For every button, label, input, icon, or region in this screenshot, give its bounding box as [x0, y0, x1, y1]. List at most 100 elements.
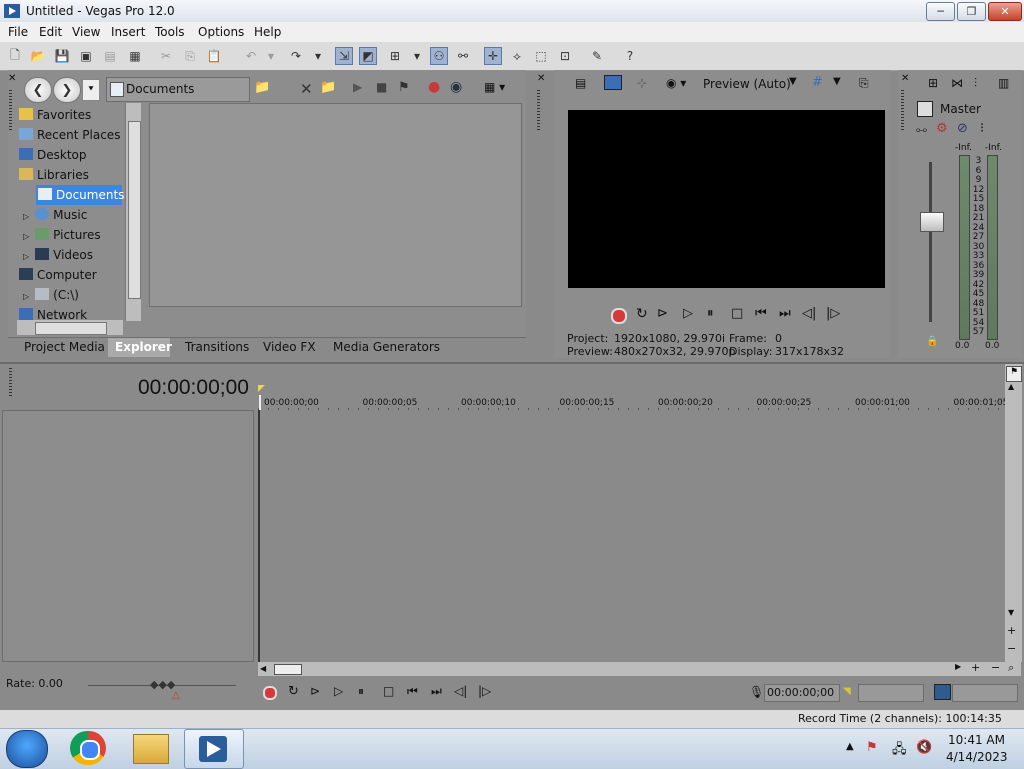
zoom-in-icon[interactable]: +	[971, 661, 980, 674]
back-arrow-icon[interactable]: ❮	[24, 77, 52, 103]
envelope-tool-icon[interactable]: ⟡	[508, 47, 526, 65]
taskbar-vegas-button[interactable]	[184, 729, 244, 769]
add-favorite-icon[interactable]: 📁	[320, 80, 336, 95]
tree-vertical-scrollbar[interactable]	[125, 103, 141, 321]
get-media-icon[interactable]: ●	[428, 79, 440, 95]
auto-crossfade-icon[interactable]: ◩	[359, 47, 377, 65]
save-as-icon[interactable]: ▣	[77, 47, 95, 65]
file-explorer-icon[interactable]	[133, 734, 169, 764]
mute-icon[interactable]: ⊘	[957, 121, 968, 136]
insert-bus-icon[interactable]: ⊞	[928, 76, 938, 90]
timeline-go-end-icon[interactable]: ⏭	[431, 684, 442, 699]
timeline-vertical-scrollbar[interactable]: ⚑ ▲ ▼ + −	[1005, 364, 1022, 662]
tree-item-documents[interactable]: Documents	[38, 188, 124, 202]
lock-icon[interactable]: 🔒	[926, 336, 938, 347]
selection-length-field[interactable]	[952, 684, 1018, 702]
menu-tools[interactable]: Tools	[155, 25, 185, 39]
start-preview-icon[interactable]: ▶	[353, 80, 362, 94]
tree-item-videos[interactable]: ▷ Videos	[23, 248, 93, 262]
minimize-button[interactable]: ─	[926, 2, 955, 21]
play-from-start-icon[interactable]: ⊳	[657, 306, 668, 321]
action-center-icon[interactable]: ⚑	[866, 740, 878, 755]
maximize-button[interactable]: ❐	[957, 2, 986, 21]
render-icon[interactable]: ▤	[101, 47, 119, 65]
track-list[interactable]	[2, 410, 254, 662]
mixer-close-icon[interactable]: ✕	[901, 73, 909, 84]
mixer-settings-icon[interactable]: ⫶	[974, 76, 977, 91]
menu-edit[interactable]: Edit	[39, 25, 62, 39]
zoom-tool-icon[interactable]: ⌕	[1008, 661, 1014, 675]
explorer-close-icon[interactable]: ✕	[8, 73, 16, 84]
timeline-pause-icon[interactable]: ⏸	[358, 684, 364, 699]
timeline-stop-icon[interactable]: □	[383, 684, 394, 698]
gear-icon[interactable]: ⚙	[936, 121, 948, 136]
undo-dropdown-icon[interactable]: ▾	[262, 47, 280, 65]
tree-hscroll-thumb[interactable]	[35, 322, 107, 335]
normal-edit-tool-icon[interactable]: ✛	[484, 47, 502, 65]
copy-icon[interactable]: ⎘	[181, 47, 199, 65]
timeline-scroll-thumb[interactable]	[274, 664, 302, 675]
whats-this-help-icon[interactable]: ?	[621, 47, 639, 65]
chrome-icon[interactable]	[70, 731, 106, 765]
save-icon[interactable]: 💾	[53, 47, 71, 65]
go-to-end-icon[interactable]: ⏭	[779, 306, 791, 321]
marker-flag-icon[interactable]	[258, 385, 265, 392]
scroll-right-arrow[interactable]: ▶	[955, 662, 961, 671]
tab-project-media[interactable]: Project Media	[24, 340, 105, 354]
menu-options[interactable]: Options	[198, 25, 244, 39]
paste-icon[interactable]: 📋	[205, 47, 223, 65]
pause-icon[interactable]: ⏸	[707, 306, 714, 321]
delete-icon[interactable]: ✕	[300, 80, 313, 98]
show-hidden-icons-icon[interactable]: ▲	[846, 741, 854, 752]
tab-explorer[interactable]: Explorer	[115, 340, 172, 354]
selection-tool-icon[interactable]: ⬚	[532, 47, 550, 65]
ignore-grouping-icon[interactable]: ⚯	[454, 47, 472, 65]
redo-icon[interactable]: ↷	[287, 47, 305, 65]
solo-icon[interactable]: ⁝	[980, 121, 984, 136]
track-zoom-out-icon[interactable]: −	[1007, 642, 1016, 655]
volume-muted-icon[interactable]: 🔇	[916, 740, 932, 755]
menu-help[interactable]: Help	[254, 25, 281, 39]
split-screen-icon[interactable]: ⊹	[637, 76, 647, 90]
up-folder-icon[interactable]: 📁	[254, 80, 270, 95]
tab-media-generators[interactable]: Media Generators	[333, 340, 440, 354]
downmix-icon[interactable]: ⋈	[951, 76, 963, 90]
zoom-out-icon[interactable]: −	[991, 661, 1000, 674]
selection-start-field[interactable]	[858, 684, 924, 702]
web-media-icon[interactable]: ◉	[450, 79, 462, 95]
tree-horizontal-scrollbar[interactable]	[17, 320, 123, 335]
prev-frame-icon[interactable]: ◁|	[802, 306, 816, 321]
play-icon[interactable]: ▷	[683, 306, 693, 321]
tab-transitions[interactable]: Transitions	[185, 340, 249, 354]
auto-preview-icon[interactable]: ⚑	[398, 80, 410, 95]
open-folder-icon[interactable]: 📂	[29, 47, 47, 65]
cut-icon[interactable]: ✂	[157, 47, 175, 65]
preview-properties-icon[interactable]: ▤	[575, 76, 586, 90]
new-project-icon[interactable]: 🗋	[6, 47, 24, 65]
file-list[interactable]	[149, 103, 522, 307]
timeline-record-icon[interactable]	[263, 686, 277, 700]
preview-dock-grip[interactable]	[537, 90, 540, 130]
tree-item-pictures[interactable]: ▷ Pictures	[23, 228, 101, 242]
timeline-prev-frame-icon[interactable]: ◁|	[454, 684, 467, 698]
tree-item-computer[interactable]: Computer	[19, 268, 97, 282]
tree-item-c-drive[interactable]: ▷ (C:\)	[23, 288, 79, 302]
timeline-play-from-start-icon[interactable]: ⊳	[310, 684, 320, 698]
network-status-icon[interactable]: 🖧	[892, 740, 907, 762]
close-button[interactable]: ✕	[988, 2, 1022, 21]
track-zoom-in-icon[interactable]: +	[1007, 624, 1016, 637]
scroll-down-arrow[interactable]: ▼	[1008, 608, 1014, 617]
scroll-left-arrow[interactable]: ◀	[260, 664, 266, 673]
tab-video-fx[interactable]: Video FX	[263, 340, 316, 354]
timeline-dock-grip[interactable]	[9, 368, 12, 396]
cursor-position-field[interactable]: 00:00:00;00	[764, 684, 840, 702]
windows-start-icon[interactable]	[6, 730, 48, 768]
overlays-grid-icon[interactable]: #	[812, 75, 823, 90]
track-area[interactable]	[258, 410, 1006, 662]
loop-icon[interactable]: ↻	[636, 306, 648, 322]
properties-icon[interactable]: ▦	[126, 47, 144, 65]
record-icon[interactable]	[611, 308, 627, 324]
timeline-play-icon[interactable]: ▷	[334, 684, 343, 698]
preview-close-icon[interactable]: ✕	[537, 73, 545, 84]
chevron-down-icon[interactable]: ⯆	[82, 79, 100, 101]
